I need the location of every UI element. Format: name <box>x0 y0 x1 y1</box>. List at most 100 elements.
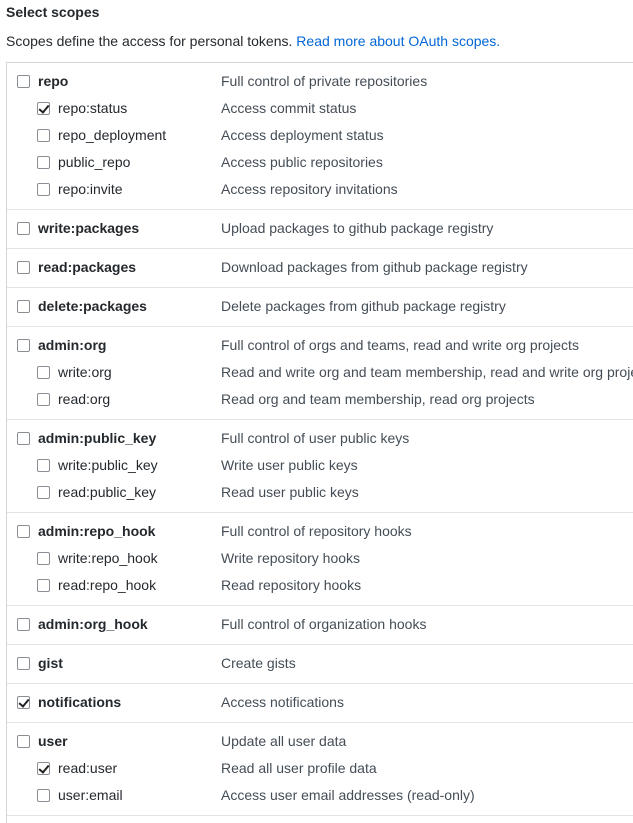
scope-child-row-repo-invite: repo:invite Access repository invitations <box>7 176 633 203</box>
checkbox-user-email[interactable] <box>37 789 50 802</box>
scope-group-gist: gist Create gists <box>7 645 633 684</box>
scope-group-read-packages: read:packages Download packages from gith… <box>7 249 633 288</box>
scope-name[interactable]: user <box>38 728 68 755</box>
scope-name[interactable]: repo:invite <box>58 176 123 203</box>
scope-child-row-user-email: user:email Access user email addresses (r… <box>7 782 633 809</box>
scope-group-delete-packages: delete:packages Delete packages from gith… <box>7 288 633 327</box>
scope-name[interactable]: gist <box>38 650 63 677</box>
scope-name[interactable]: read:public_key <box>58 479 156 506</box>
checkbox-read-packages[interactable] <box>17 261 30 274</box>
checkbox-repo[interactable] <box>17 75 30 88</box>
checkbox-public-repo[interactable] <box>37 156 50 169</box>
oauth-scopes-link[interactable]: Read more about OAuth scopes. <box>296 33 500 49</box>
scope-group-notifications: notifications Access notifications <box>7 684 633 723</box>
scope-child-row-read-user: read:user Read all user profile data <box>7 755 633 782</box>
scope-name[interactable]: read:org <box>58 386 110 413</box>
checkbox-read-public-key[interactable] <box>37 486 50 499</box>
checkbox-repo-deployment[interactable] <box>37 129 50 142</box>
scope-row-admin-public-key: admin:public_key Full control of user pub… <box>7 425 633 452</box>
checkbox-write-packages[interactable] <box>17 222 30 235</box>
scope-description: Download packages from github package re… <box>221 259 528 275</box>
scopes-list: repo Full control of private repositories… <box>6 62 633 823</box>
checkbox-admin-org[interactable] <box>17 339 30 352</box>
checkbox-user[interactable] <box>17 735 30 748</box>
checkbox-write-org[interactable] <box>37 366 50 379</box>
scope-name[interactable]: admin:org <box>38 332 106 359</box>
checkbox-write-repo-hook[interactable] <box>37 552 50 565</box>
scope-group-admin-public-key: admin:public_key Full control of user pub… <box>7 420 633 513</box>
scope-name[interactable]: read:repo_hook <box>58 572 156 599</box>
checkbox-admin-repo-hook[interactable] <box>17 525 30 538</box>
scope-description: Access deployment status <box>221 127 384 143</box>
scope-group-admin-org-hook: admin:org_hook Full control of organizati… <box>7 606 633 645</box>
scope-child-row-read-repo-hook: read:repo_hook Read repository hooks <box>7 572 633 599</box>
scope-name[interactable]: write:packages <box>38 215 139 242</box>
scope-name[interactable]: write:public_key <box>58 452 158 479</box>
scope-description: Write user public keys <box>221 457 358 473</box>
scope-description: Read user public keys <box>221 484 359 500</box>
scope-child-row-write-public-key: write:public_key Write user public keys <box>7 452 633 479</box>
description-text: Scopes define the access for personal to… <box>6 33 293 49</box>
checkbox-gist[interactable] <box>17 657 30 670</box>
scope-row-admin-repo-hook: admin:repo_hook Full control of repositor… <box>7 518 633 545</box>
scope-name[interactable]: admin:org_hook <box>38 611 148 638</box>
scope-row-delete-packages: delete:packages Delete packages from gith… <box>7 293 633 320</box>
section-description: Scopes define the access for personal to… <box>6 33 500 49</box>
scope-description: Delete packages from github package regi… <box>221 298 506 314</box>
scope-row-gist: gist Create gists <box>7 650 633 677</box>
checkbox-admin-public-key[interactable] <box>17 432 30 445</box>
checkbox-delete-packages[interactable] <box>17 300 30 313</box>
scope-child-row-read-org: read:org Read org and team membership, re… <box>7 386 633 413</box>
scope-description: Full control of repository hooks <box>221 523 412 539</box>
scope-row-user: user Update all user data <box>7 728 633 755</box>
scope-description: Read and write org and team membership, … <box>221 364 633 380</box>
scope-name[interactable]: admin:repo_hook <box>38 518 155 545</box>
scope-group-admin-repo-hook: admin:repo_hook Full control of repositor… <box>7 513 633 606</box>
scope-child-row-repo-status: repo:status Access commit status <box>7 95 633 122</box>
scope-description: Full control of organization hooks <box>221 616 427 632</box>
scope-name[interactable]: read:packages <box>38 254 136 281</box>
scope-row-admin-org-hook: admin:org_hook Full control of organizati… <box>7 611 633 638</box>
scope-group-write-packages: write:packages Upload packages to github … <box>7 210 633 249</box>
scope-description: Read all user profile data <box>221 760 377 776</box>
scope-name[interactable]: delete:packages <box>38 293 147 320</box>
scope-name[interactable]: write:repo_hook <box>58 545 158 572</box>
checkbox-admin-org-hook[interactable] <box>17 618 30 631</box>
scope-name[interactable]: admin:public_key <box>38 425 156 452</box>
scope-description: Read repository hooks <box>221 577 362 593</box>
scope-name[interactable]: write:org <box>58 359 112 386</box>
scope-description: Full control of private repositories <box>221 73 428 89</box>
scope-row-write-packages: write:packages Upload packages to github … <box>7 215 633 242</box>
scope-description: Read org and team membership, read org p… <box>221 391 535 407</box>
section-title: Select scopes <box>6 4 100 20</box>
scope-child-row-write-repo-hook: write:repo_hook Write repository hooks <box>7 545 633 572</box>
scope-name[interactable]: public_repo <box>58 149 130 176</box>
scope-name[interactable]: read:user <box>58 755 117 782</box>
scope-group-admin-org: admin:org Full control of orgs and teams,… <box>7 327 633 420</box>
scope-name[interactable]: user:email <box>58 782 123 809</box>
scope-child-row-public-repo: public_repo Access public repositories <box>7 149 633 176</box>
checkbox-write-public-key[interactable] <box>37 459 50 472</box>
scope-description: Access notifications <box>221 694 344 710</box>
scope-group-repo: repo Full control of private repositories… <box>7 63 633 210</box>
scope-description: Full control of orgs and teams, read and… <box>221 337 579 353</box>
scope-name[interactable]: repo_deployment <box>58 122 166 149</box>
checkbox-read-repo-hook[interactable] <box>37 579 50 592</box>
checkbox-notifications[interactable] <box>17 696 30 709</box>
scope-row-repo: repo Full control of private repositories <box>7 68 633 95</box>
scope-description: Access public repositories <box>221 154 383 170</box>
scope-description: Access commit status <box>221 100 357 116</box>
scope-name[interactable]: repo <box>38 68 68 95</box>
scope-description: Full control of user public keys <box>221 430 410 446</box>
checkbox-read-org[interactable] <box>37 393 50 406</box>
scope-description: Create gists <box>221 655 296 671</box>
scope-description: Update all user data <box>221 733 347 749</box>
scope-description: Access user email addresses (read-only) <box>221 787 475 803</box>
checkbox-read-user[interactable] <box>37 762 50 775</box>
scope-name[interactable]: repo:status <box>58 95 127 122</box>
scope-row-admin-org: admin:org Full control of orgs and teams,… <box>7 332 633 359</box>
scope-row-read-packages: read:packages Download packages from gith… <box>7 254 633 281</box>
checkbox-repo-invite[interactable] <box>37 183 50 196</box>
checkbox-repo-status[interactable] <box>37 102 50 115</box>
scope-name[interactable]: notifications <box>38 689 121 716</box>
